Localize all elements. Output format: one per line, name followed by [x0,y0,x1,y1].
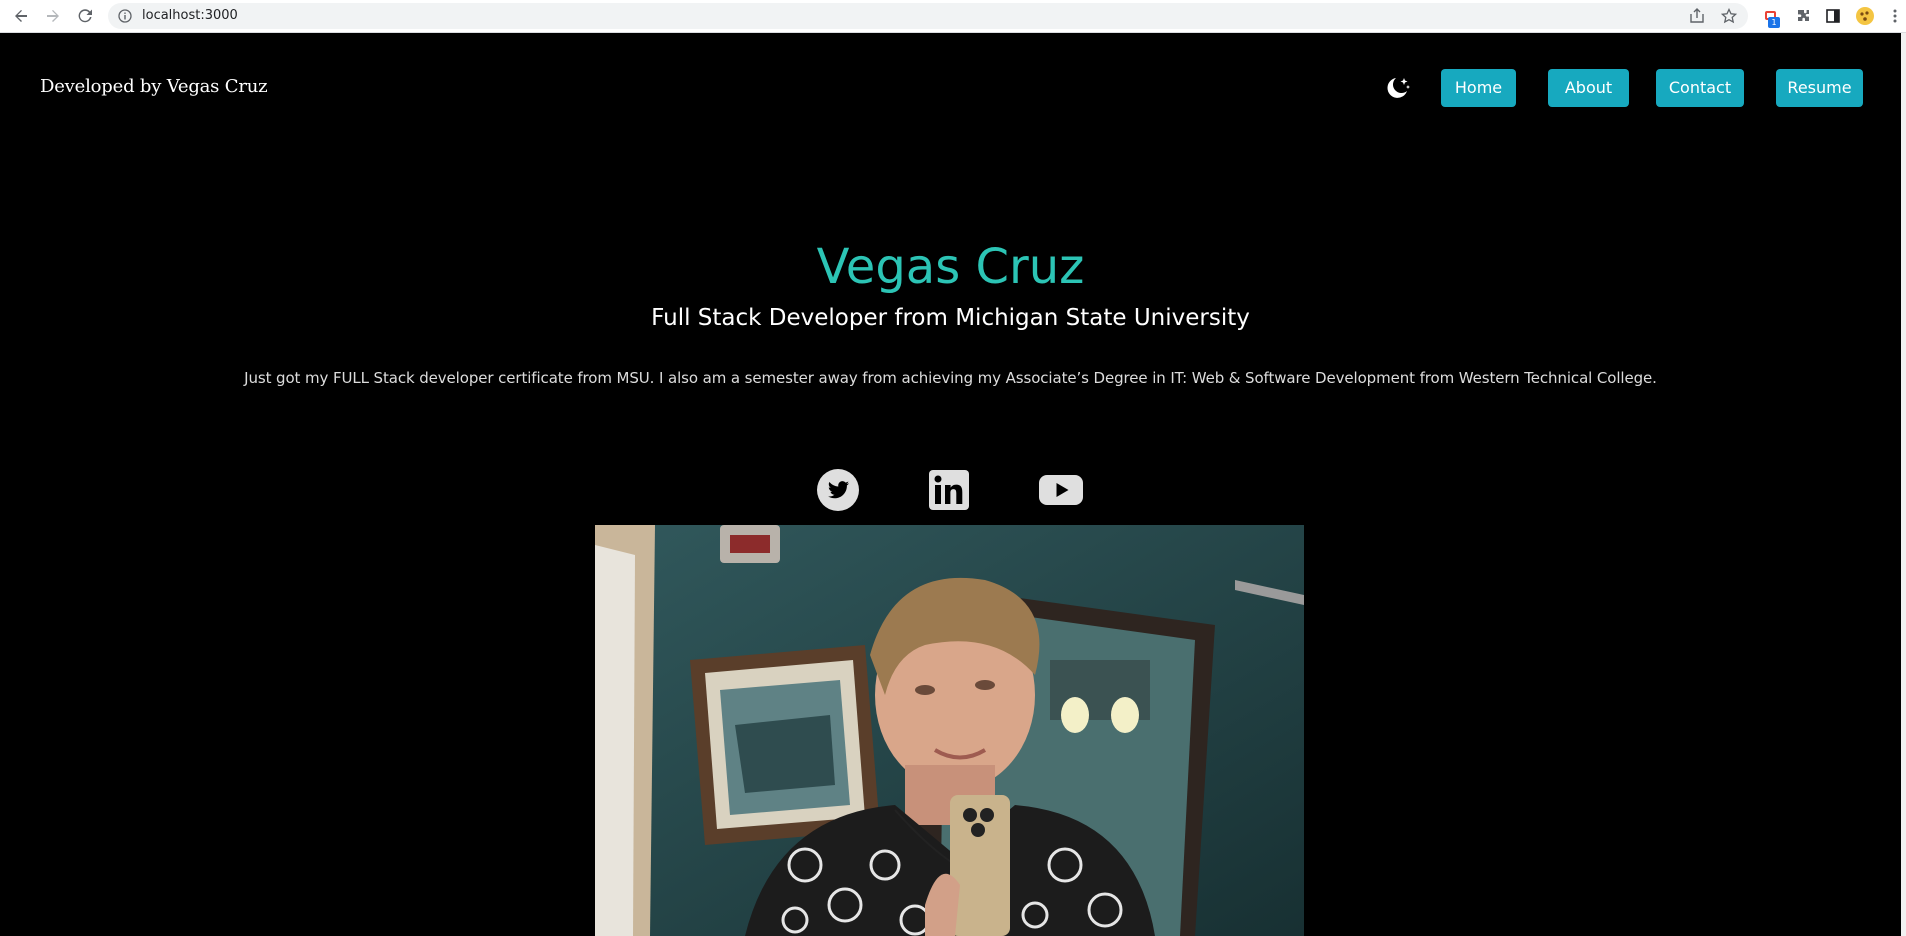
twitter-icon[interactable] [815,467,861,513]
browser-menu-icon[interactable] [1884,5,1906,27]
nav-contact-button[interactable]: Contact [1656,69,1744,107]
share-icon[interactable] [1686,5,1708,27]
site-info-icon[interactable] [114,5,136,27]
url-text[interactable]: localhost:3000 [142,6,238,26]
puzzle-extensions-icon[interactable] [1792,5,1814,27]
profile-photo [595,525,1304,936]
browser-toolbar: localhost:3000 1 [0,0,1906,33]
forward-arrow-icon[interactable] [42,5,64,27]
address-bar[interactable] [108,3,1748,29]
nav-about-button[interactable]: About [1548,69,1629,107]
youtube-icon[interactable] [1038,467,1084,513]
hero-description: Just got my FULL Stack developer certifi… [244,369,1657,387]
nav-home-button[interactable]: Home [1441,69,1516,107]
hero-subtitle: Full Stack Developer from Michigan State… [651,305,1250,331]
moon-stars-icon[interactable] [1382,73,1412,103]
portfolio-page: Developed by Vegas Cruz Home About Conta… [0,33,1901,936]
reload-icon[interactable] [74,5,96,27]
profile-avatar-icon[interactable] [1854,5,1876,27]
bookmark-star-icon[interactable] [1718,5,1740,27]
hero-name: Vegas Cruz [816,239,1085,295]
linkedin-icon[interactable] [926,467,972,513]
side-panel-icon[interactable] [1822,5,1844,27]
brand-text: Developed by Vegas Cruz [40,76,268,97]
extension-badge: 1 [1768,17,1780,28]
page-scrollbar[interactable] [1901,33,1906,936]
nav-resume-button[interactable]: Resume [1776,69,1863,107]
back-arrow-icon[interactable] [10,5,32,27]
